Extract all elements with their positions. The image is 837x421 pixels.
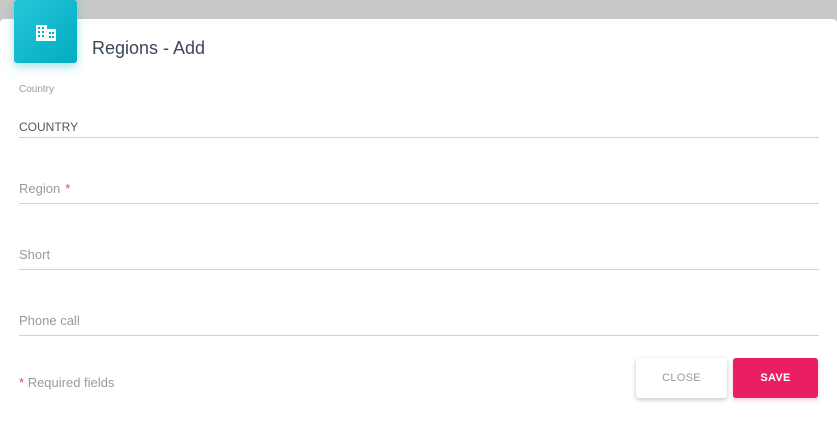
phone-call-underline bbox=[19, 335, 819, 336]
required-fields-note: * Required fields bbox=[19, 375, 114, 390]
short-input[interactable]: Short bbox=[19, 247, 50, 262]
building-icon bbox=[35, 24, 56, 41]
required-fields-text: Required fields bbox=[27, 375, 115, 390]
region-required-star: * bbox=[65, 181, 71, 196]
save-button[interactable]: SAVE bbox=[733, 358, 818, 398]
header-icon-box bbox=[14, 0, 77, 63]
page-title: Regions - Add bbox=[92, 38, 206, 58]
region-input[interactable]: Region * bbox=[19, 181, 70, 196]
region-placeholder: Region bbox=[19, 181, 61, 196]
country-underline bbox=[19, 137, 819, 138]
phone-call-input[interactable]: Phone call bbox=[19, 313, 80, 328]
country-select[interactable]: COUNTRY bbox=[19, 120, 78, 134]
country-label: Country bbox=[19, 84, 55, 95]
short-underline bbox=[19, 269, 819, 270]
required-star: * bbox=[19, 375, 25, 390]
region-underline bbox=[19, 203, 819, 204]
close-button[interactable]: CLOSE bbox=[636, 358, 727, 398]
